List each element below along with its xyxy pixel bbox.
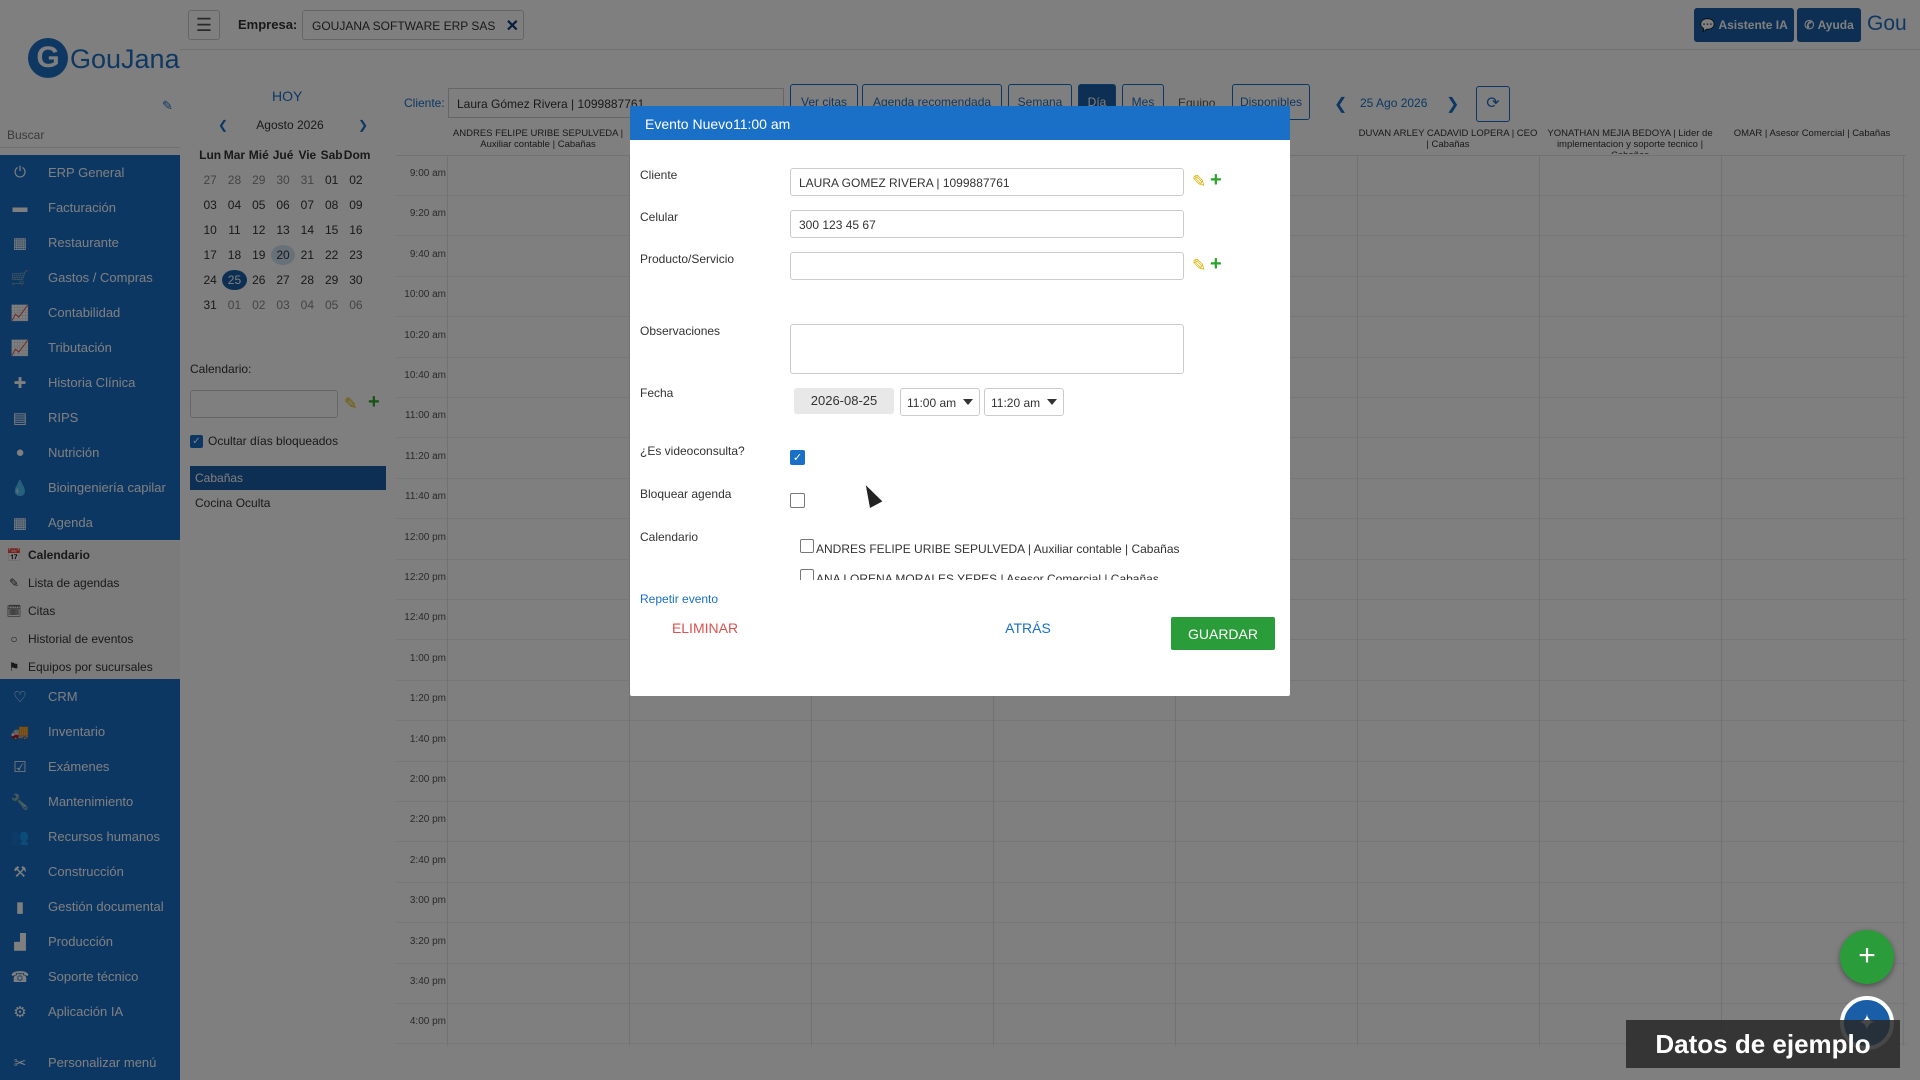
- cliente-field[interactable]: LAURA GOMEZ RIVERA | 1099887761: [790, 168, 1184, 196]
- observaciones-field[interactable]: [790, 324, 1184, 374]
- calendario-list[interactable]: ANDRES FELIPE URIBE SEPULVEDA | Auxiliar…: [800, 534, 1220, 580]
- caret-down-icon: [963, 399, 973, 405]
- calendario-option-label: ANDRES FELIPE URIBE SEPULVEDA | Auxiliar…: [816, 542, 1180, 556]
- hora-inicio-select[interactable]: 11:00 am: [900, 388, 980, 416]
- add-plus-icon[interactable]: +: [1210, 253, 1222, 276]
- fecha-field[interactable]: 2026-08-25: [794, 388, 894, 414]
- videoconsulta-label: ¿Es videoconsulta?: [640, 444, 745, 458]
- bloquear-agenda-checkbox[interactable]: [790, 493, 805, 508]
- celular-field-label: Celular: [640, 210, 679, 224]
- modal-title: Evento Nuevo11:00 am: [630, 106, 1290, 140]
- guardar-button[interactable]: GUARDAR: [1171, 617, 1275, 650]
- celular-field[interactable]: 300 123 45 67: [790, 210, 1184, 238]
- producto-field-label: Producto/Servicio: [640, 252, 735, 266]
- caret-down-icon: [1047, 399, 1057, 405]
- add-fab-button[interactable]: +: [1840, 930, 1894, 984]
- atras-button[interactable]: ATRÁS: [980, 612, 1076, 644]
- calendario-field-label: Calendario: [640, 530, 699, 544]
- eliminar-button[interactable]: ELIMINAR: [660, 612, 750, 644]
- calendario-option-label: ANA LORENA MORALES YEPES | Asesor Comerc…: [816, 572, 1159, 580]
- watermark: Datos de ejemplo: [1626, 1020, 1900, 1068]
- producto-field[interactable]: [790, 252, 1184, 280]
- checkbox-icon[interactable]: [800, 539, 814, 553]
- checkbox-icon[interactable]: [800, 569, 814, 580]
- repetir-evento-link[interactable]: Repetir evento: [640, 592, 718, 606]
- cliente-field-label: Cliente: [640, 168, 678, 182]
- event-modal: Evento Nuevo11:00 am Cliente LAURA GOMEZ…: [630, 106, 1290, 696]
- calendario-option[interactable]: ANA LORENA MORALES YEPES | Asesor Comerc…: [800, 564, 1220, 580]
- observaciones-field-label: Observaciones: [640, 324, 721, 338]
- edit-pen-icon[interactable]: ✎: [1192, 172, 1206, 192]
- fecha-field-label: Fecha: [640, 386, 674, 400]
- calendario-option[interactable]: ANDRES FELIPE URIBE SEPULVEDA | Auxiliar…: [800, 534, 1220, 564]
- hora-inicio-value: 11:00 am: [907, 396, 957, 410]
- hora-fin-select[interactable]: 11:20 am: [984, 388, 1064, 416]
- videoconsulta-checkbox[interactable]: ✓: [790, 450, 805, 465]
- hora-fin-value: 11:20 am: [991, 396, 1041, 410]
- edit-pen-icon[interactable]: ✎: [1192, 256, 1206, 276]
- bloquear-agenda-label: Bloquear agenda: [640, 487, 732, 501]
- add-plus-icon[interactable]: +: [1210, 169, 1222, 192]
